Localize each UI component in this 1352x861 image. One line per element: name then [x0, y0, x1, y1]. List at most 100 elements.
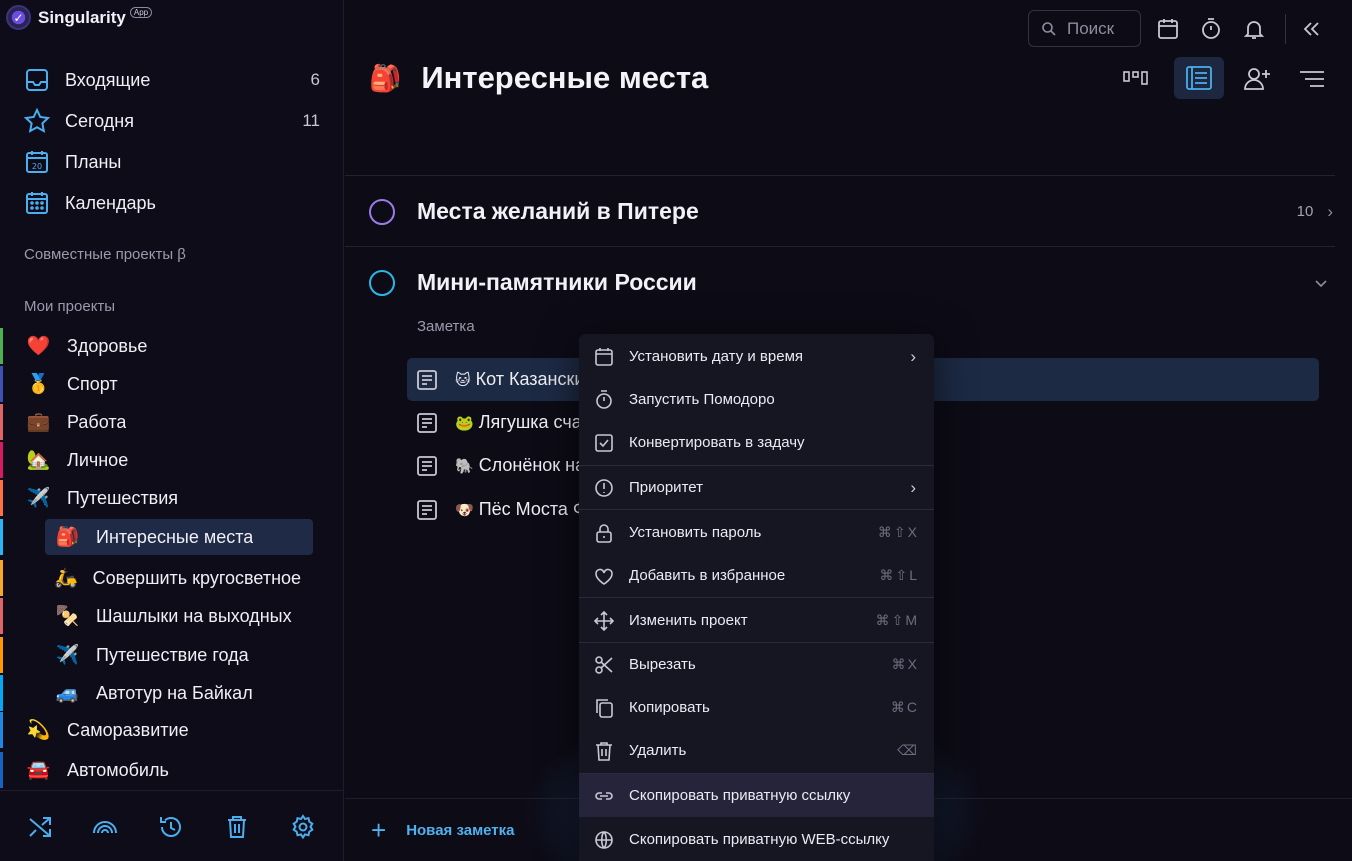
priority-icon	[595, 478, 613, 497]
task-row[interactable]: Места желаний в Питере 10 ›	[369, 198, 1339, 225]
trash-icon[interactable]	[224, 814, 250, 840]
nav-label: Сегодня	[65, 110, 134, 131]
trash-icon	[596, 741, 612, 761]
note-icon	[417, 499, 437, 520]
sort-icon[interactable]	[1297, 64, 1327, 94]
menu-item-set-date[interactable]: Установить дату и время ›	[579, 335, 934, 378]
inbox-icon	[26, 69, 48, 91]
menu-item-copy[interactable]: Копировать ⌘C	[579, 686, 934, 729]
nav-label: Входящие	[65, 69, 151, 90]
menu-item-label: Приоритет	[629, 479, 703, 496]
menu-item-label: Запустить Помодоро	[629, 391, 775, 408]
menu-item-shortcut: ⌘⇧L	[879, 567, 919, 583]
shared-projects-title[interactable]: Совместные проекты β	[24, 246, 186, 263]
chevron-down-icon[interactable]	[1313, 275, 1329, 291]
menu-item-shortcut: ⌘⇧X	[877, 524, 919, 540]
menu-item-label: Копировать	[629, 699, 710, 716]
project-item[interactable]: 🏡 Личное	[0, 442, 315, 478]
project-label: Интересные места	[96, 526, 254, 547]
project-item[interactable]: 💫 Саморазвитие	[0, 712, 315, 748]
new-note-button[interactable]: Новая заметка	[406, 822, 514, 839]
project-label: Саморазвитие	[67, 719, 189, 740]
task-title: Мини-памятники России	[417, 269, 697, 295]
subproject-item[interactable]: 🛵 Совершить кругосветное путешествие	[0, 560, 304, 596]
nav-calendar[interactable]: Календарь	[24, 188, 320, 218]
project-label: Шашлыки на выходных	[96, 605, 292, 626]
gear-icon[interactable]	[290, 814, 316, 840]
task-row[interactable]: Мини-памятники России	[369, 269, 1339, 296]
page-title: Интересные места	[421, 60, 709, 95]
menu-item-move-project[interactable]: Изменить проект ⌘⇧M	[579, 599, 934, 642]
menu-item-delete[interactable]: Удалить ⌫	[579, 729, 934, 772]
menu-item-copy-web-link[interactable]: Скопировать приватную WEB-ссылку	[579, 818, 934, 861]
project-label: Совершить кругосветное путешествие	[92, 567, 304, 588]
note-emoji: 🐸	[455, 414, 474, 432]
app-badge: App	[129, 7, 153, 18]
subproject-item-active[interactable]: 🎒 Интересные места	[0, 519, 313, 555]
bell-icon[interactable]	[1242, 17, 1266, 41]
chevron-right-icon[interactable]: ›	[1327, 202, 1333, 222]
nav-count: 11	[302, 111, 320, 130]
plus-icon[interactable]: +	[371, 817, 386, 843]
menu-item-label: Добавить в избранное	[629, 567, 786, 584]
task-checkbox[interactable]	[369, 269, 395, 296]
project-item[interactable]: ✈️ Путешествия	[0, 480, 315, 516]
calendar-icon[interactable]	[1156, 17, 1180, 41]
collapse-icon[interactable]	[1299, 17, 1323, 41]
subproject-item[interactable]: ✈️ Путешествие года	[0, 637, 304, 673]
menu-item-cut[interactable]: Вырезать ⌘X	[579, 643, 934, 686]
app-logo: ✓	[6, 5, 31, 30]
project-item[interactable]: 🚘 Автомобиль	[0, 752, 315, 788]
move-icon	[593, 610, 615, 631]
menu-item-favorite[interactable]: Добавить в избранное ⌘⇧L	[579, 554, 934, 597]
search-box[interactable]: Поиск	[1028, 10, 1141, 47]
project-item[interactable]: 🥇 Спорт	[0, 366, 315, 402]
project-item[interactable]: 💼 Работа	[0, 404, 315, 440]
history-icon[interactable]	[158, 814, 184, 840]
subproject-item[interactable]: 🚙 Автотур на Байкал	[0, 675, 304, 711]
menu-item-priority[interactable]: Приоритет ›	[579, 466, 934, 509]
calendar-20-icon: 20	[26, 151, 48, 173]
list-view-icon[interactable]	[1184, 63, 1214, 93]
menu-item-label: Удалить	[629, 742, 687, 759]
shuffle-icon[interactable]	[27, 814, 53, 840]
sidebar-bottom-bar	[0, 790, 344, 861]
lock-icon	[596, 523, 612, 543]
project-color-bar	[0, 442, 3, 478]
project-emoji: 🥇	[26, 374, 51, 395]
nav-plans[interactable]: 20 Планы	[24, 147, 320, 177]
project-color-bar	[0, 480, 3, 516]
nav-inbox[interactable]: Входящие 6	[24, 65, 320, 95]
project-label: Работа	[67, 411, 127, 432]
project-label: Спорт	[67, 373, 118, 394]
project-color-bar	[0, 637, 3, 673]
project-emoji: ❤️	[26, 336, 51, 357]
kanban-view-icon[interactable]	[1120, 64, 1150, 94]
project-item[interactable]: ❤️ Здоровье	[0, 328, 315, 364]
project-color-bar	[0, 598, 3, 634]
nav-today[interactable]: Сегодня 11	[24, 106, 320, 136]
web-link-icon	[595, 830, 613, 849]
menu-separator	[579, 597, 934, 598]
project-emoji: ✈️	[55, 645, 80, 666]
task-title: Места желаний в Питере	[417, 198, 699, 224]
rainbow-icon[interactable]	[92, 814, 118, 840]
add-user-icon[interactable]	[1242, 64, 1272, 94]
menu-item-copy-private-link[interactable]: Скопировать приватную ссылку	[579, 774, 934, 817]
menu-item-pomodoro[interactable]: Запустить Помодоро	[579, 378, 934, 421]
task-checkbox[interactable]	[369, 198, 395, 225]
menu-item-label: Скопировать приватную WEB-ссылку	[629, 831, 890, 848]
note-text: Пёс Моста Ф	[478, 499, 587, 519]
project-emoji: 💼	[26, 412, 51, 433]
subproject-item[interactable]: 🍢 Шашлыки на выходных	[0, 598, 304, 634]
star-icon	[24, 108, 50, 133]
page-title-emoji: 🎒	[369, 62, 402, 93]
menu-item-convert[interactable]: Конвертировать в задачу	[579, 421, 934, 464]
my-projects-title[interactable]: Мои проекты	[24, 298, 115, 315]
note-emoji: 🐘	[455, 457, 474, 475]
timer-icon[interactable]	[1199, 17, 1223, 41]
menu-item-set-password[interactable]: Установить пароль ⌘⇧X	[579, 511, 934, 554]
menu-item-shortcut: ⌘C	[890, 699, 919, 715]
note-icon	[417, 369, 437, 390]
search-icon	[1042, 21, 1056, 36]
